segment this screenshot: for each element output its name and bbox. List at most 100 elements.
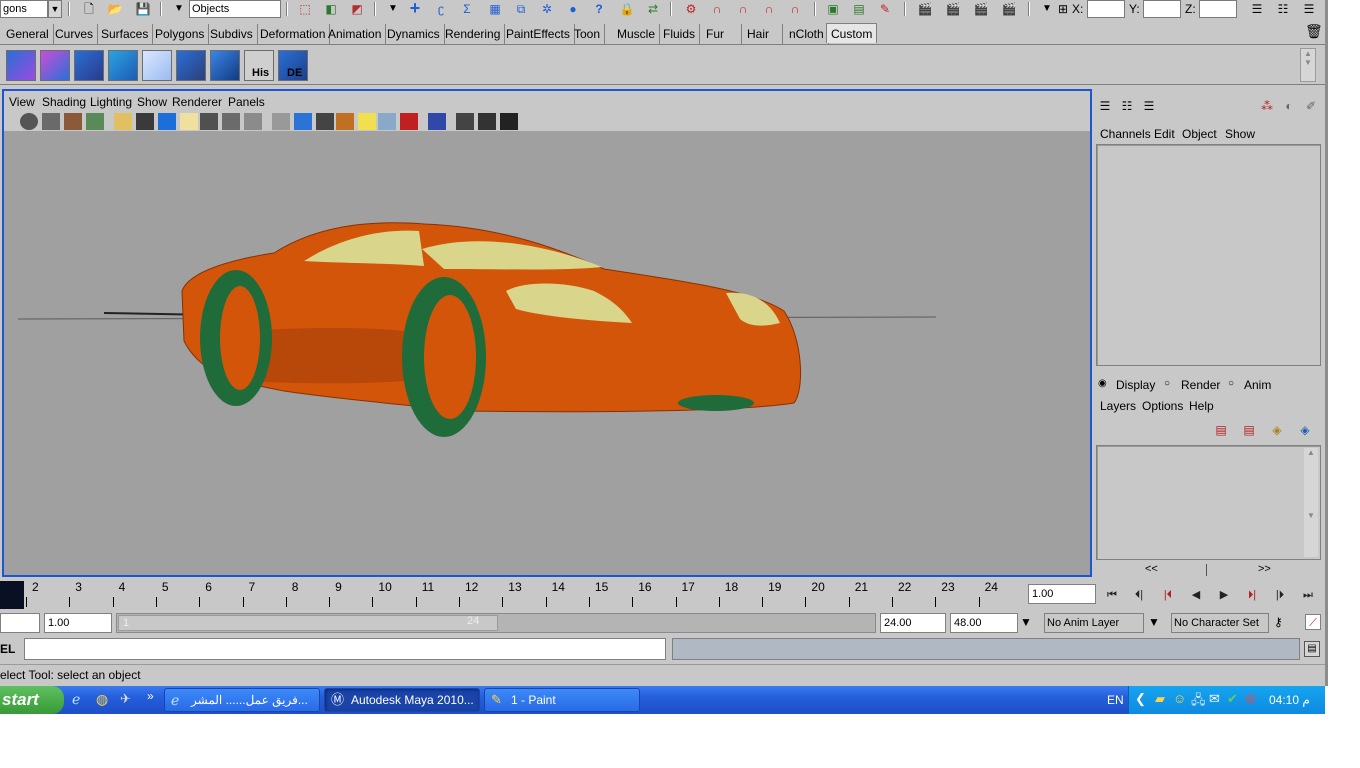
grid-toggle-icon[interactable]: [114, 113, 132, 130]
film-gate-icon[interactable]: [136, 113, 154, 130]
smooth-shade-icon[interactable]: [294, 113, 312, 130]
snap-to-view-plane-icon[interactable]: ▦: [486, 1, 504, 17]
shelf-tab-fur[interactable]: Fur: [702, 24, 742, 44]
media-player-icon[interactable]: ◍: [96, 691, 114, 709]
shelf-tab-general[interactable]: General: [2, 24, 54, 44]
shelf-tab-painteffects[interactable]: PaintEffects: [502, 24, 575, 44]
go-to-start-button[interactable]: ⏮: [1100, 585, 1124, 605]
tool-settings-icon[interactable]: ◐: [1280, 98, 1298, 114]
field-chart-icon[interactable]: [200, 113, 218, 130]
high-quality-icon[interactable]: [400, 113, 418, 130]
render-current-frame-icon[interactable]: ▣: [824, 1, 842, 17]
shadows-icon[interactable]: [378, 113, 396, 130]
current-frame-field[interactable]: 1.00: [1028, 584, 1096, 604]
render-settings-icon[interactable]: ✎: [876, 1, 894, 17]
layer-editor-icon[interactable]: ☰: [1140, 98, 1158, 114]
animation-preferences-icon[interactable]: ⟋: [1305, 614, 1321, 630]
select-poly-icon[interactable]: [74, 50, 104, 81]
playback-end-field[interactable]: 24.00: [880, 613, 946, 633]
clapper-icon-3[interactable]: 🎬: [972, 1, 990, 17]
tray-expand-icon[interactable]: ❮: [1135, 691, 1146, 707]
taskbar-button-paint[interactable]: ✎ 1 - Paint: [484, 688, 640, 712]
save-scene-icon[interactable]: 💾: [134, 1, 152, 17]
magnet-icon-1[interactable]: ∩: [708, 1, 726, 17]
shelf-tab-muscle[interactable]: Muscle: [613, 24, 661, 44]
perspective-viewport[interactable]: View Shading Lighting Show Renderer Pane…: [2, 89, 1092, 577]
go-to-end-button[interactable]: ⏭: [1296, 585, 1320, 605]
shelf-tab-subdivs[interactable]: Subdivs: [206, 24, 258, 44]
wireframe-icon[interactable]: [272, 113, 290, 130]
start-time-field[interactable]: 1.00: [44, 613, 112, 633]
history-icon[interactable]: His: [244, 50, 274, 81]
trash-icon[interactable]: 🗑: [1305, 23, 1323, 40]
shelf-scrollbar[interactable]: ▲ ▼: [1300, 48, 1316, 82]
magnet-icon-3[interactable]: ∩: [760, 1, 778, 17]
clapper-icon-4[interactable]: 🎬: [1000, 1, 1018, 17]
step-forward-key-button[interactable]: ⏵|: [1240, 585, 1264, 605]
delete-history-icon[interactable]: DE: [278, 50, 308, 81]
shelf-tab-custom[interactable]: Custom: [826, 23, 878, 43]
edit-menu[interactable]: Edit: [1154, 127, 1175, 141]
taskbar-button-browser[interactable]: ℯ فريق عمل...... المشر...: [164, 688, 320, 712]
shelf-tab-rendering[interactable]: Rendering: [441, 24, 506, 44]
select-by-object-type-icon[interactable]: ◧: [322, 1, 340, 17]
play-backwards-button[interactable]: ◀: [1184, 585, 1208, 605]
tool-settings-toggle-icon[interactable]: ☷: [1274, 1, 1292, 17]
pin-icon[interactable]: ✐: [1302, 98, 1320, 114]
render-radio-icon[interactable]: ○: [1164, 378, 1170, 389]
layer-list-scrollbar[interactable]: ▲ ▼: [1304, 448, 1318, 557]
step-back-key-button[interactable]: |⏴: [1156, 585, 1180, 605]
options-menu[interactable]: Options: [1142, 399, 1183, 413]
snap-to-curve-icon[interactable]: ʗ: [432, 1, 450, 17]
scroll-right-button[interactable]: >>: [1258, 563, 1271, 575]
scroll-left-button[interactable]: <<: [1145, 563, 1158, 575]
grid-poly-icon[interactable]: [108, 50, 138, 81]
absolute-transform-icon[interactable]: ⊞: [1054, 1, 1072, 17]
panel-menu-shading[interactable]: Shading: [42, 95, 86, 109]
character-set-dropdown-icon[interactable]: ▼: [1148, 615, 1160, 629]
select-by-hierarchy-icon[interactable]: ⬚: [296, 1, 314, 17]
menu-set-dropdown-icon[interactable]: ▼: [48, 0, 62, 18]
snap-to-grid-icon[interactable]: +: [406, 0, 424, 17]
lock-icon[interactable]: 🔒: [618, 1, 636, 17]
shelf-tab-deformation[interactable]: Deformation: [256, 24, 331, 44]
input-output-icon[interactable]: ⇄: [644, 1, 662, 17]
select-by-component-icon[interactable]: ◩: [348, 1, 366, 17]
channel-box-icon[interactable]: ☰: [1096, 98, 1114, 114]
tray-user-icon[interactable]: ☺: [1173, 691, 1186, 706]
clapper-icon-1[interactable]: 🎬: [916, 1, 934, 17]
layer-list-panel[interactable]: ▲ ▼: [1096, 445, 1321, 560]
resolution-gate-icon[interactable]: [158, 113, 176, 130]
display-radio-label[interactable]: Display: [1116, 378, 1155, 392]
use-all-lights-icon[interactable]: [358, 113, 376, 130]
safe-title-icon[interactable]: [244, 113, 262, 130]
messenger-icon[interactable]: ✈: [120, 691, 138, 709]
xray-joints-icon[interactable]: [478, 113, 496, 130]
shelf-tab-hair[interactable]: Hair: [743, 24, 783, 44]
shelf-tab-polygons[interactable]: Polygons: [151, 24, 210, 44]
shelf-tab-ncloth[interactable]: nCloth: [785, 24, 829, 44]
ipr-render-icon[interactable]: ▤: [850, 1, 868, 17]
panel-menu-show[interactable]: Show: [137, 95, 167, 109]
new-layer-icon[interactable]: ▤: [1212, 422, 1230, 438]
new-scene-icon[interactable]: 🗋: [80, 1, 98, 17]
channel-box-layer-icon[interactable]: ☷: [1118, 98, 1136, 114]
construction-history-icon[interactable]: ⚙: [682, 1, 700, 17]
shelf-tab-animation[interactable]: Animation: [324, 24, 387, 44]
open-scene-icon[interactable]: 📂: [106, 1, 124, 17]
tray-folder-icon[interactable]: ▰: [1155, 691, 1165, 707]
animation-end-field[interactable]: 48.00: [950, 613, 1018, 633]
tray-shield-icon[interactable]: ✔: [1227, 691, 1238, 707]
clapper-icon-2[interactable]: 🎬: [944, 1, 962, 17]
mesh-tool-icon[interactable]: [6, 50, 36, 81]
start-time-field-blank[interactable]: [0, 613, 40, 633]
step-back-frame-button[interactable]: ⏴|: [1127, 585, 1151, 605]
panel-menu-view[interactable]: View: [9, 95, 35, 109]
command-line-input[interactable]: [24, 638, 666, 660]
quicklaunch-overflow-icon[interactable]: »: [147, 689, 154, 703]
flat-shade-icon[interactable]: [316, 113, 334, 130]
layer-selected-icon[interactable]: ◈: [1296, 422, 1314, 438]
help-menu[interactable]: Help: [1189, 399, 1214, 413]
bookmark-icon[interactable]: [64, 113, 82, 130]
mask-dropdown-icon[interactable]: ▼: [384, 1, 402, 17]
